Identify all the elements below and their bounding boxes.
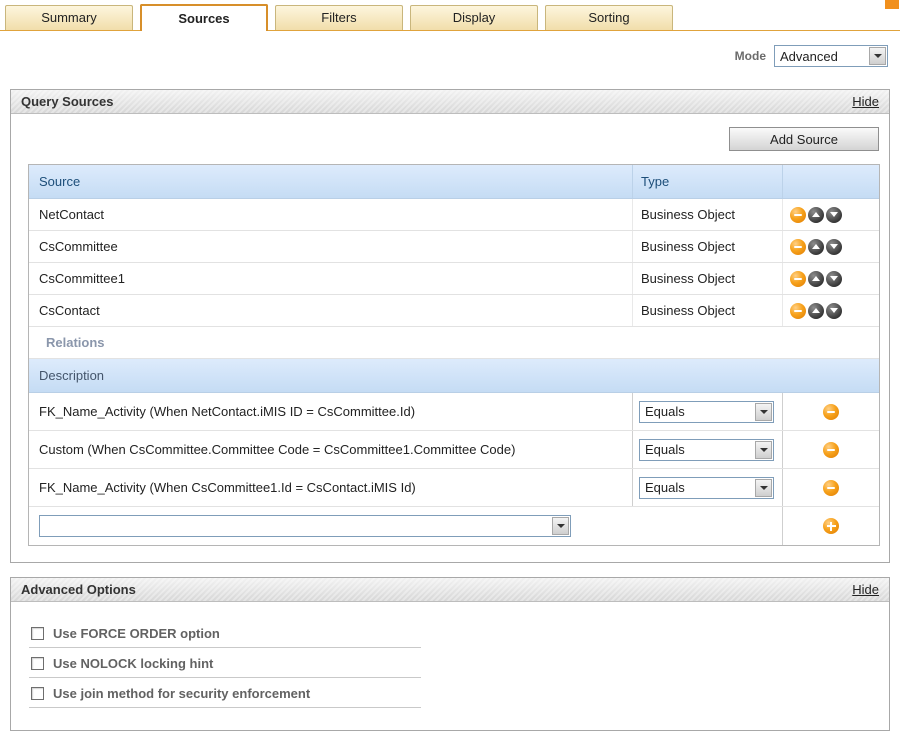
- relation-description: FK_Name_Activity (When CsCommittee1.Id =…: [29, 469, 633, 506]
- relation-operator-value: Equals: [640, 442, 754, 457]
- option-row-force-order: Use FORCE ORDER option: [29, 618, 421, 648]
- source-name: CsCommittee: [29, 231, 633, 262]
- advanced-options-body: Use FORCE ORDER option Use NOLOCK lockin…: [11, 602, 889, 730]
- advanced-options-title: Advanced Options: [21, 582, 136, 597]
- remove-relation-icon[interactable]: [823, 442, 839, 458]
- source-name: CsCommittee1: [29, 263, 633, 294]
- move-down-icon[interactable]: [826, 303, 842, 319]
- source-name: NetContact: [29, 199, 633, 230]
- tab-sorting[interactable]: Sorting: [545, 5, 673, 30]
- relations-label[interactable]: Relations: [46, 335, 105, 350]
- close-button-fragment[interactable]: [885, 0, 899, 9]
- option-row-join-method: Use join method for security enforcement: [29, 678, 421, 708]
- tab-bar: Summary Sources Filters Display Sorting: [0, 0, 900, 31]
- remove-source-icon[interactable]: [790, 303, 806, 319]
- query-sources-panel: Query Sources Hide Add Source Source Typ…: [10, 89, 890, 563]
- dropdown-arrow-icon: [755, 479, 772, 497]
- new-relation-row: [29, 507, 879, 545]
- query-sources-title: Query Sources: [21, 94, 114, 109]
- relation-row: FK_Name_Activity (When CsCommittee1.Id =…: [29, 469, 879, 507]
- relation-operator-select[interactable]: Equals: [639, 439, 774, 461]
- description-header-row: Description: [29, 359, 879, 393]
- move-up-icon[interactable]: [808, 207, 824, 223]
- query-sources-header: Query Sources Hide: [11, 90, 889, 114]
- remove-source-icon[interactable]: [790, 207, 806, 223]
- relations-section-row: Relations: [29, 327, 879, 359]
- column-header-type: Type: [633, 165, 783, 198]
- advanced-options-header: Advanced Options Hide: [11, 578, 889, 602]
- sources-table: Source Type NetContact Business Object C…: [28, 164, 880, 546]
- relation-row: Custom (When CsCommittee.Committee Code …: [29, 431, 879, 469]
- join-method-label: Use join method for security enforcement: [53, 686, 310, 701]
- query-sources-hide-link[interactable]: Hide: [852, 94, 879, 109]
- relation-operator-select[interactable]: Equals: [639, 401, 774, 423]
- move-up-icon[interactable]: [808, 239, 824, 255]
- tab-summary[interactable]: Summary: [5, 5, 133, 30]
- force-order-checkbox[interactable]: [31, 627, 44, 640]
- move-down-icon[interactable]: [826, 239, 842, 255]
- relation-operator-select[interactable]: Equals: [639, 477, 774, 499]
- advanced-options-panel: Advanced Options Hide Use FORCE ORDER op…: [10, 577, 890, 731]
- source-row: CsCommittee1 Business Object: [29, 263, 879, 295]
- mode-row: Mode Advanced: [0, 45, 888, 67]
- move-down-icon[interactable]: [826, 207, 842, 223]
- remove-source-icon[interactable]: [790, 239, 806, 255]
- relation-operator-value: Equals: [640, 404, 754, 419]
- add-source-button[interactable]: Add Source: [729, 127, 879, 151]
- relation-description: Custom (When CsCommittee.Committee Code …: [29, 431, 633, 468]
- sources-table-header: Source Type: [29, 165, 879, 199]
- option-row-nolock: Use NOLOCK locking hint: [29, 648, 421, 678]
- source-type: Business Object: [633, 295, 783, 326]
- nolock-checkbox[interactable]: [31, 657, 44, 670]
- dropdown-arrow-icon: [869, 47, 886, 65]
- join-method-checkbox[interactable]: [31, 687, 44, 700]
- new-relation-select[interactable]: [39, 515, 571, 537]
- query-sources-body: Add Source Source Type NetContact Busine…: [11, 114, 889, 562]
- relation-operator-value: Equals: [640, 480, 754, 495]
- source-row: CsContact Business Object: [29, 295, 879, 327]
- dropdown-arrow-icon: [755, 441, 772, 459]
- source-type: Business Object: [633, 199, 783, 230]
- add-relation-icon[interactable]: [823, 518, 839, 534]
- source-type: Business Object: [633, 263, 783, 294]
- advanced-options-hide-link[interactable]: Hide: [852, 582, 879, 597]
- dropdown-arrow-icon: [552, 517, 569, 535]
- tab-display[interactable]: Display: [410, 5, 538, 30]
- mode-select[interactable]: Advanced: [774, 45, 888, 67]
- mode-label: Mode: [735, 49, 766, 63]
- move-up-icon[interactable]: [808, 303, 824, 319]
- nolock-label: Use NOLOCK locking hint: [53, 656, 213, 671]
- source-type: Business Object: [633, 231, 783, 262]
- move-up-icon[interactable]: [808, 271, 824, 287]
- source-row: CsCommittee Business Object: [29, 231, 879, 263]
- tab-filters[interactable]: Filters: [275, 5, 403, 30]
- remove-relation-icon[interactable]: [823, 404, 839, 420]
- column-header-source: Source: [29, 165, 633, 198]
- source-name: CsContact: [29, 295, 633, 326]
- dropdown-arrow-icon: [755, 403, 772, 421]
- relation-description: FK_Name_Activity (When NetContact.iMIS I…: [29, 393, 633, 430]
- new-relation-select-value: [40, 526, 551, 527]
- source-row: NetContact Business Object: [29, 199, 879, 231]
- description-header: Description: [39, 368, 104, 383]
- remove-relation-icon[interactable]: [823, 480, 839, 496]
- move-down-icon[interactable]: [826, 271, 842, 287]
- relation-row: FK_Name_Activity (When NetContact.iMIS I…: [29, 393, 879, 431]
- remove-source-icon[interactable]: [790, 271, 806, 287]
- mode-select-value: Advanced: [775, 49, 868, 64]
- tab-sources[interactable]: Sources: [140, 4, 268, 31]
- force-order-label: Use FORCE ORDER option: [53, 626, 220, 641]
